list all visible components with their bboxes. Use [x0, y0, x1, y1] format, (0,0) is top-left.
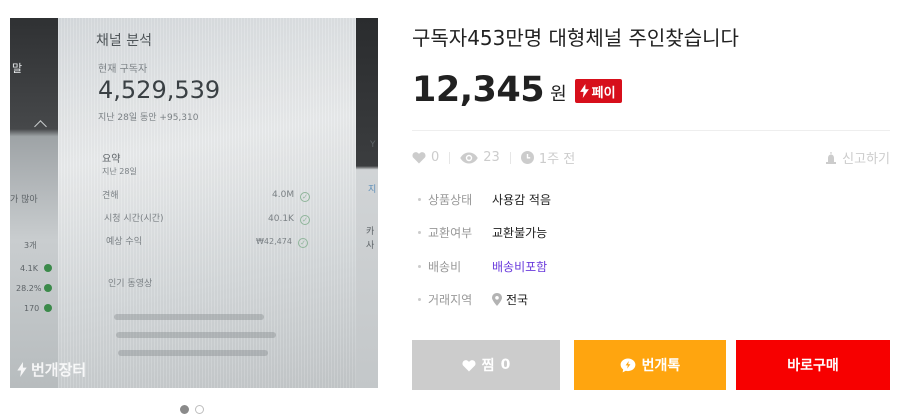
- photo-subscriber-count: 4,529,539: [98, 76, 221, 104]
- product-price: 12,345: [412, 70, 545, 110]
- detail-exchange: 교환여부 교환불가능: [418, 224, 547, 241]
- photo-blurred-row: [116, 332, 276, 338]
- like-button-label: 찜: [481, 358, 495, 374]
- photo-status-dot: [44, 304, 52, 312]
- chat-bolt-icon: [620, 358, 636, 372]
- detail-bullet: [418, 231, 421, 234]
- detail-location: 거래지역 전국: [418, 291, 528, 308]
- detail-value: 전국: [506, 293, 529, 307]
- photo-right-text: 지: [368, 185, 377, 195]
- photo-row-value: ₩42,474: [256, 237, 292, 246]
- photo-subscriber-label: 현재 구독자: [98, 64, 148, 75]
- likes-count: 0: [431, 150, 440, 165]
- chat-button[interactable]: 번개톡: [574, 340, 726, 390]
- bolt-icon: [17, 362, 27, 377]
- detail-bullet: [418, 298, 421, 301]
- photo-check-icon: ✓: [298, 238, 308, 248]
- photo-side-text: 28.2%: [16, 284, 42, 293]
- location-pin-icon: [492, 293, 502, 306]
- pay-badge: 페이: [574, 79, 622, 103]
- photo-side-text: 가 많아: [10, 195, 38, 205]
- heart-icon: [412, 152, 426, 164]
- photo-row-value: 40.1K: [268, 214, 294, 224]
- detail-label: 상품상태: [428, 193, 473, 207]
- divider: [412, 130, 890, 131]
- photo-side-text: 4.1K: [20, 264, 38, 273]
- location-value: 전국: [492, 291, 528, 308]
- photo-right-text: Y: [370, 140, 376, 150]
- photo-check-icon: ✓: [300, 215, 310, 225]
- detail-shipping: 배송비 배송비포함: [418, 258, 547, 275]
- eye-icon: [460, 152, 478, 163]
- buy-button-label: 바로구매: [787, 358, 839, 374]
- photo-right-text: 카: [366, 227, 375, 237]
- photo-subscriber-change: 지난 28일 동안 +95,310: [98, 113, 199, 123]
- pay-badge-label: 페이: [591, 85, 616, 101]
- photo-heading: 채널 분석: [96, 33, 152, 49]
- bolt-icon: [579, 84, 589, 98]
- product-stats: 0 23 1주 전: [412, 148, 575, 167]
- like-button[interactable]: 찜 0: [412, 340, 560, 390]
- photo-right-strip: [356, 18, 378, 388]
- detail-bullet: [418, 265, 421, 268]
- gallery-dot-1[interactable]: [180, 405, 189, 414]
- photo-blurred-row: [114, 314, 264, 320]
- price-row: 12,345 원 페이: [412, 71, 622, 109]
- shipping-link[interactable]: 배송비포함: [492, 258, 547, 275]
- photo-side-text: 말: [12, 62, 23, 75]
- photo-row-label: 시청 시간(시간): [104, 214, 164, 224]
- photo-row-label: 견해: [102, 191, 119, 201]
- price-currency: 원: [550, 84, 567, 105]
- detail-value: 사용감 적음: [492, 193, 552, 207]
- gallery-pagination: [180, 405, 204, 414]
- photo-right-text: 사: [366, 241, 375, 251]
- likes-stat: 0: [412, 150, 439, 165]
- photo-side-text: 3개: [24, 241, 37, 250]
- gallery-dot-2[interactable]: [195, 405, 204, 414]
- product-image[interactable]: 말 가 많아 3개 4.1K 28.2% 170 Y 지 카 사 채널 분석 현…: [10, 18, 378, 388]
- views-count: 23: [483, 150, 500, 165]
- heart-icon: [462, 359, 476, 371]
- detail-label: 거래지역: [428, 293, 473, 307]
- detail-value: 교환불가능: [492, 226, 548, 240]
- time-stat: 1주 전: [520, 148, 576, 167]
- photo-summary-period: 지난 28일: [102, 167, 137, 176]
- photo-check-icon: ✓: [300, 192, 310, 202]
- report-label: 신고하기: [842, 152, 890, 167]
- detail-label: 교환여부: [428, 226, 473, 240]
- photo-row-value: 4.0M: [272, 190, 295, 200]
- photo-side-text: 170: [24, 304, 40, 313]
- like-button-count: 0: [500, 357, 511, 373]
- clock-icon: [520, 151, 534, 164]
- stat-separator: [509, 151, 511, 164]
- photo-watermark-text: 번개장터: [31, 361, 87, 379]
- photo-watermark: 번개장터: [16, 359, 86, 380]
- detail-condition: 상품상태 사용감 적음: [418, 191, 551, 208]
- photo-popular-label: 인기 동영상: [108, 279, 153, 289]
- detail-bullet: [418, 198, 421, 201]
- buy-now-button[interactable]: 바로구매: [736, 340, 890, 390]
- photo-summary-label: 요약: [102, 154, 121, 165]
- photo-blurred-row: [118, 350, 268, 356]
- product-title: 구독자453만명 대형체널 주인찾습니다: [412, 26, 739, 50]
- photo-status-dot: [44, 284, 52, 292]
- views-stat: 23: [460, 150, 500, 165]
- detail-label: 배송비: [428, 260, 462, 274]
- chat-button-label: 번개톡: [641, 358, 681, 374]
- siren-icon: [826, 151, 837, 164]
- photo-row-label: 예상 수익: [106, 237, 142, 247]
- report-link[interactable]: 신고하기: [825, 148, 890, 167]
- posted-time: 1주 전: [538, 152, 576, 167]
- photo-status-dot: [44, 264, 52, 272]
- stat-separator: [449, 151, 451, 164]
